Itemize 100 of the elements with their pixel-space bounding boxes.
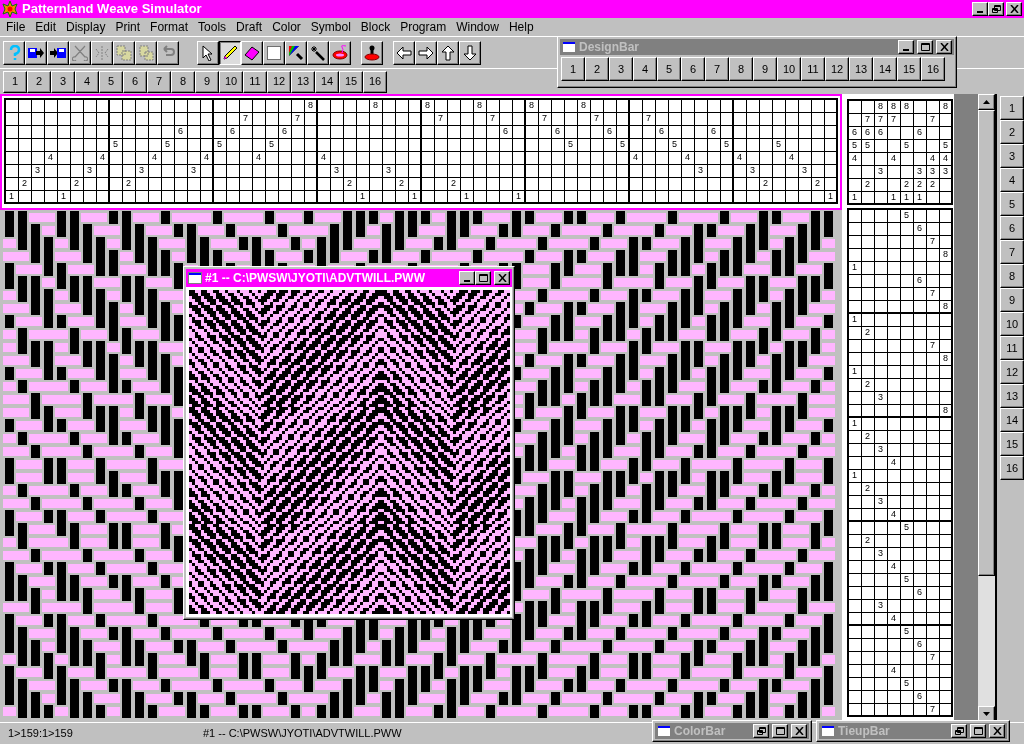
threading-number: 2 <box>74 179 79 188</box>
menu-item[interactable]: File <box>1 18 31 36</box>
menu-item[interactable]: Help <box>503 18 539 36</box>
maximize-button[interactable] <box>917 40 933 54</box>
design-number-button[interactable]: 3 <box>609 57 633 81</box>
color-number-button[interactable]: 11 <box>243 70 267 93</box>
color-number-button[interactable]: 9 <box>195 70 219 93</box>
shift-button[interactable] <box>437 40 459 65</box>
color-number-button[interactable]: 12 <box>267 70 291 93</box>
color-number-button[interactable]: 10 <box>219 70 243 93</box>
maximize-button[interactable] <box>475 271 491 285</box>
tieup-number: 5 <box>865 141 870 150</box>
treadling-number: 2 <box>865 380 870 389</box>
design-number-button[interactable]: 12 <box>825 57 849 81</box>
threading-number: 3 <box>87 166 92 175</box>
menu-item[interactable]: Block <box>355 18 396 36</box>
side-number-button[interactable]: 4 <box>1000 168 1024 192</box>
side-number-button[interactable]: 9 <box>1000 288 1024 312</box>
menu-item[interactable]: Color <box>267 18 306 36</box>
scroll-up-button[interactable] <box>978 94 995 110</box>
color-number-button[interactable]: 3 <box>51 70 75 93</box>
shift-button[interactable] <box>415 40 437 65</box>
side-number-button[interactable]: 6 <box>1000 216 1024 240</box>
color-number-button[interactable]: 8 <box>171 70 195 93</box>
close-button[interactable] <box>936 40 952 54</box>
menu-item[interactable]: Symbol <box>305 18 356 36</box>
color-number-button[interactable]: 1 <box>3 70 27 93</box>
close-button[interactable] <box>1006 2 1022 16</box>
side-number-button[interactable]: 15 <box>1000 432 1024 456</box>
design-number-button[interactable]: 4 <box>633 57 657 81</box>
color-number-button[interactable]: 15 <box>339 70 363 93</box>
design-number-button[interactable]: 1 <box>561 57 585 81</box>
scrollbar[interactable] <box>978 94 995 722</box>
maximize-button[interactable] <box>970 724 986 738</box>
design-number-button[interactable]: 10 <box>777 57 801 81</box>
menu-item[interactable]: Print <box>110 18 146 36</box>
menu-item[interactable]: Edit <box>30 18 62 36</box>
toolbar-button[interactable] <box>3 40 25 65</box>
maximize-button[interactable] <box>772 724 788 738</box>
color-number-button[interactable]: 14 <box>315 70 339 93</box>
color-number-button[interactable]: 7 <box>147 70 171 93</box>
design-number-button[interactable]: 16 <box>921 57 945 81</box>
magic-wand-icon <box>310 44 326 61</box>
restore-button[interactable] <box>988 2 1004 16</box>
menu-item[interactable]: Program <box>395 18 452 36</box>
color-number-button[interactable]: 16 <box>363 70 387 93</box>
color-number-button[interactable]: 6 <box>123 70 147 93</box>
design-number-button[interactable]: 6 <box>681 57 705 81</box>
design-number-button[interactable]: 14 <box>873 57 897 81</box>
menu-item[interactable]: Format <box>145 18 194 36</box>
tool-button[interactable] <box>219 40 241 65</box>
menu-item[interactable]: Display <box>61 18 111 36</box>
color-number-button[interactable]: 2 <box>27 70 51 93</box>
color-number-button[interactable]: 4 <box>75 70 99 93</box>
design-number-button[interactable]: 7 <box>705 57 729 81</box>
color-number-button[interactable]: 13 <box>291 70 315 93</box>
toolbar-button[interactable] <box>25 40 47 65</box>
side-number-button[interactable]: 12 <box>1000 360 1024 384</box>
treadling-number: 8 <box>943 354 948 363</box>
stamp-button[interactable] <box>361 40 383 65</box>
design-number-button[interactable]: 13 <box>849 57 873 81</box>
design-number-button[interactable]: 8 <box>729 57 753 81</box>
close-button[interactable] <box>494 271 510 285</box>
scroll-thumb[interactable] <box>978 110 995 576</box>
shift-button[interactable] <box>393 40 415 65</box>
side-number-button[interactable]: 3 <box>1000 144 1024 168</box>
menu-item[interactable]: Window <box>451 18 504 36</box>
menu-item[interactable]: Draft <box>231 18 268 36</box>
shift-button[interactable] <box>459 40 481 65</box>
side-number-button[interactable]: 8 <box>1000 264 1024 288</box>
treadling-number: 2 <box>865 328 870 337</box>
side-number-button[interactable]: 13 <box>1000 384 1024 408</box>
side-number-button[interactable]: 16 <box>1000 456 1024 480</box>
design-number-button[interactable]: 15 <box>897 57 921 81</box>
close-button[interactable] <box>989 724 1005 738</box>
restore-button[interactable] <box>951 724 967 738</box>
restore-button[interactable] <box>753 724 769 738</box>
side-number-button[interactable]: 7 <box>1000 240 1024 264</box>
design-number-button[interactable]: 2 <box>585 57 609 81</box>
side-number-button[interactable]: 2 <box>1000 120 1024 144</box>
minimize-button[interactable] <box>972 2 988 16</box>
threading-number: 1 <box>828 192 833 201</box>
close-icon <box>497 274 507 282</box>
design-number-button[interactable]: 5 <box>657 57 681 81</box>
side-number-button[interactable]: 11 <box>1000 336 1024 360</box>
side-number-button[interactable]: 5 <box>1000 192 1024 216</box>
side-number-button[interactable]: 14 <box>1000 408 1024 432</box>
toolbar-button[interactable] <box>47 40 69 65</box>
side-number-button[interactable]: 1 <box>1000 96 1024 120</box>
close-button[interactable] <box>791 724 807 738</box>
design-number-button[interactable]: 11 <box>801 57 825 81</box>
minimize-button[interactable] <box>898 40 914 54</box>
treadling-number: 8 <box>943 302 948 311</box>
minimize-button[interactable] <box>459 271 475 285</box>
side-number-button[interactable]: 10 <box>1000 312 1024 336</box>
menu-item[interactable]: Tools <box>193 18 232 36</box>
color-number-button[interactable]: 5 <box>99 70 123 93</box>
design-number-button[interactable]: 9 <box>753 57 777 81</box>
threading-number: 2 <box>126 179 131 188</box>
threading-number: 3 <box>334 166 339 175</box>
